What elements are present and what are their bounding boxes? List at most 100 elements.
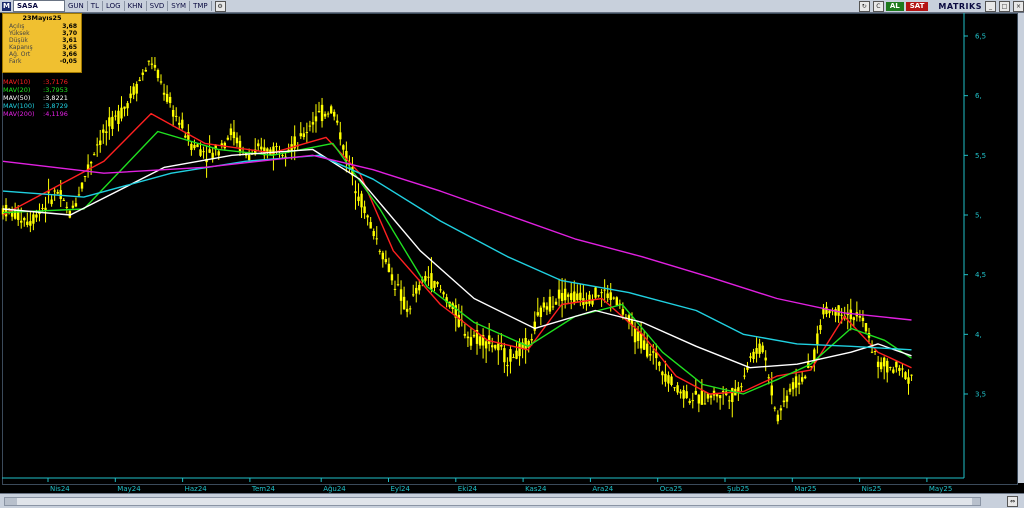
candle-body xyxy=(4,204,8,217)
candle-body xyxy=(193,144,196,149)
candle-body xyxy=(828,310,831,314)
x-tick-label: May25 xyxy=(929,485,952,493)
candle-body xyxy=(803,376,807,379)
candle-body xyxy=(837,305,840,316)
candle-body xyxy=(74,203,78,207)
candle-body xyxy=(904,372,907,380)
candle-body xyxy=(633,328,637,343)
candle-body xyxy=(26,221,29,225)
candle-body xyxy=(852,317,856,321)
candle-body xyxy=(384,259,388,263)
candle-body xyxy=(788,388,792,392)
candle-body xyxy=(688,400,691,403)
x-tick-label: Nis25 xyxy=(862,485,882,493)
candle-body xyxy=(65,206,69,208)
candle-body xyxy=(102,129,105,133)
horizontal-scrollbar[interactable] xyxy=(4,497,981,506)
zoom-icon[interactable]: ⇔ xyxy=(1007,496,1018,507)
candle-body xyxy=(861,317,865,322)
candle-body xyxy=(645,343,649,357)
candle-body xyxy=(202,151,205,153)
candle-body xyxy=(159,81,163,83)
info-date: 23Mayıs25 xyxy=(22,14,62,22)
candle-body xyxy=(126,103,129,109)
candle-body xyxy=(773,407,777,409)
x-tick-label: Ağu24 xyxy=(323,485,346,493)
candle-body xyxy=(497,343,500,351)
candle-body xyxy=(372,231,375,237)
candle-body xyxy=(257,143,260,147)
candle-body xyxy=(114,115,117,117)
candle-body xyxy=(99,140,102,145)
candle-body xyxy=(782,400,786,403)
candle-body xyxy=(366,215,369,218)
info-row-open: Açılış 3,68 xyxy=(9,23,77,30)
candle-body xyxy=(484,341,488,349)
candle-body xyxy=(694,390,698,395)
candle-body xyxy=(247,155,251,161)
candle-body xyxy=(16,209,20,220)
candle-body xyxy=(89,161,93,164)
candle-body xyxy=(879,362,883,370)
candle-body xyxy=(652,351,655,353)
candle-body xyxy=(667,375,670,384)
y-tick-label: 5,5 xyxy=(975,152,986,160)
candle-body xyxy=(901,368,904,370)
candle-body xyxy=(794,376,798,388)
candle-body xyxy=(399,289,403,301)
candle-body xyxy=(864,323,868,332)
candle-body xyxy=(35,214,38,218)
info-row-low: Düşük 3,61 xyxy=(9,37,77,44)
candle-body xyxy=(545,306,549,310)
candle-body xyxy=(29,221,32,226)
candle-body xyxy=(840,314,843,316)
candle-body xyxy=(117,110,120,125)
candle-body xyxy=(369,222,372,229)
candle-body xyxy=(585,301,588,305)
candle-body xyxy=(80,182,84,189)
candle-body xyxy=(536,312,539,316)
candle-body xyxy=(135,83,138,94)
candle-body xyxy=(570,293,573,300)
candle-body xyxy=(494,344,497,349)
candle-body xyxy=(506,364,509,367)
candle-body xyxy=(491,345,494,348)
candle-body xyxy=(144,69,148,72)
candle-body xyxy=(402,296,406,310)
x-tick-label: Tem24 xyxy=(251,485,276,493)
candle-body xyxy=(378,250,381,252)
candle-body xyxy=(728,400,731,402)
candle-body xyxy=(478,336,482,346)
candle-body xyxy=(302,133,306,138)
candle-body xyxy=(670,376,673,385)
candle-body xyxy=(95,144,99,146)
candle-body xyxy=(825,306,828,314)
y-tick-label: 4, xyxy=(975,331,982,339)
info-row-change: Fark -0,05 xyxy=(9,58,77,65)
candle-body xyxy=(436,282,439,285)
candle-body xyxy=(600,292,603,294)
candle-body xyxy=(326,113,330,115)
candle-body xyxy=(579,292,582,301)
candle-body xyxy=(238,140,242,152)
candle-body xyxy=(281,155,284,157)
candle-body xyxy=(886,360,889,373)
candle-body xyxy=(111,116,114,129)
candle-body xyxy=(691,400,694,402)
candle-body xyxy=(396,284,400,286)
candle-body xyxy=(740,386,743,388)
candle-body xyxy=(895,361,898,368)
candle-body xyxy=(910,374,913,376)
candle-body xyxy=(487,335,491,345)
candle-body xyxy=(819,325,822,330)
candle-body xyxy=(138,79,141,81)
candle-body xyxy=(606,293,609,299)
x-tick-label: Nis24 xyxy=(50,485,70,493)
scroll-thumb[interactable] xyxy=(17,498,972,505)
candle-body xyxy=(433,280,436,288)
candle-body xyxy=(190,143,193,150)
candle-body xyxy=(898,367,901,371)
candle-body xyxy=(515,350,518,359)
candle-body xyxy=(892,369,895,373)
candle-body xyxy=(770,385,773,396)
